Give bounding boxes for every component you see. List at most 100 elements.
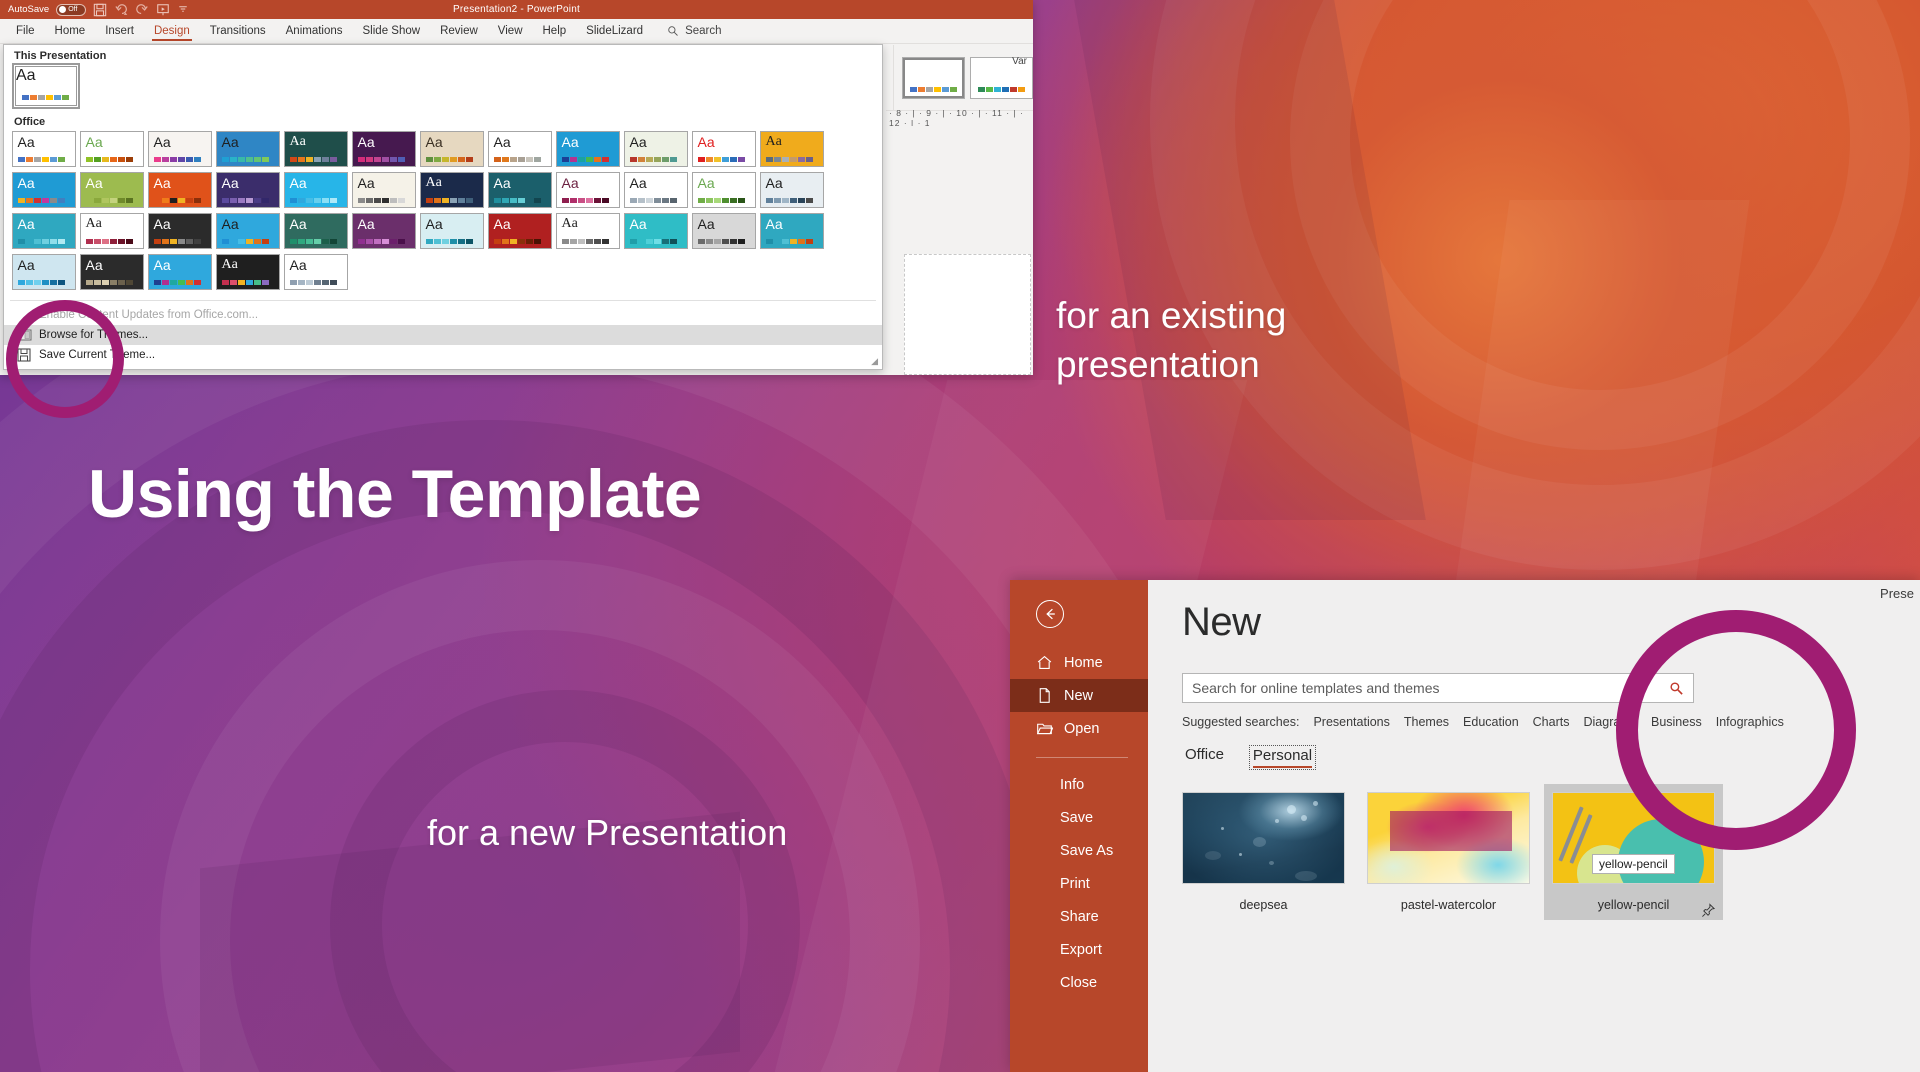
menu-item-label: Save Current Theme...	[39, 349, 155, 361]
theme-thumbnail[interactable]: Aa	[148, 172, 212, 208]
backstage-nav-print[interactable]: Print	[1010, 867, 1148, 900]
theme-thumb-text: Aa	[358, 217, 375, 231]
theme-thumbnail[interactable]: Aa	[12, 254, 76, 290]
slide-canvas[interactable]	[904, 254, 1031, 375]
ribbon-tab-animations[interactable]: Animations	[276, 22, 353, 40]
ribbon-tab-view[interactable]: View	[488, 22, 533, 40]
theme-thumbnail[interactable]: Aa	[420, 172, 484, 208]
suggested-searches: Suggested searches: Presentations Themes…	[1182, 715, 1920, 729]
theme-thumbnail[interactable]: Aa	[352, 172, 416, 208]
theme-thumbnail[interactable]: Aa	[80, 213, 144, 249]
backstage-nav-close[interactable]: Close	[1010, 966, 1148, 999]
theme-thumbnail[interactable]: Aa	[488, 213, 552, 249]
menu-item-save-current-theme[interactable]: Save Current Theme...	[4, 345, 882, 365]
customize-qat-icon[interactable]	[177, 3, 191, 17]
theme-thumbnail[interactable]: Aa	[692, 213, 756, 249]
theme-thumb-text: Aa	[154, 176, 171, 190]
theme-thumbnail[interactable]: Aa	[692, 172, 756, 208]
ribbon-tab-insert[interactable]: Insert	[95, 22, 144, 40]
suggested-search-charts[interactable]: Charts	[1533, 715, 1570, 729]
ribbon-tab-slidelizard[interactable]: SlideLizard	[576, 22, 653, 40]
theme-thumbnail[interactable]: Aa	[760, 172, 824, 208]
theme-thumbnail[interactable]: Aa	[148, 254, 212, 290]
ribbon-tab-review[interactable]: Review	[430, 22, 488, 40]
suggested-search-themes[interactable]: Themes	[1404, 715, 1449, 729]
ribbon-tab-slide-show[interactable]: Slide Show	[353, 22, 431, 40]
search-icon[interactable]	[1669, 681, 1684, 696]
theme-thumbnail-current[interactable]: Aa	[15, 66, 77, 106]
theme-thumbnail[interactable]: Aa	[624, 131, 688, 167]
theme-thumbnail[interactable]: Aa	[284, 131, 348, 167]
tab-personal[interactable]: Personal	[1249, 745, 1316, 770]
backstage-nav-save-as[interactable]: Save As	[1010, 834, 1148, 867]
backstage-nav-open[interactable]: Open	[1010, 712, 1148, 745]
start-slideshow-icon[interactable]	[156, 3, 170, 17]
redo-icon[interactable]	[135, 3, 149, 17]
theme-thumbnail[interactable]: Aa	[284, 254, 348, 290]
suggested-search-infographics[interactable]: Infographics	[1716, 715, 1784, 729]
ribbon-tab-home[interactable]: Home	[45, 22, 96, 40]
back-arrow-icon[interactable]	[1036, 600, 1064, 628]
theme-thumbnail[interactable]: Aa	[420, 213, 484, 249]
tab-office[interactable]: Office	[1182, 745, 1227, 770]
theme-thumbnail[interactable]: Aa	[488, 131, 552, 167]
save-icon[interactable]	[93, 3, 107, 17]
backstage-nav-export[interactable]: Export	[1010, 933, 1148, 966]
theme-thumbnail[interactable]: Aa	[624, 172, 688, 208]
theme-thumbnail[interactable]: Aa	[420, 131, 484, 167]
theme-thumbnail[interactable]: Aa	[284, 213, 348, 249]
theme-thumbnail[interactable]: Aa	[148, 131, 212, 167]
ribbon-tab-file[interactable]: File	[6, 22, 45, 40]
template-card-pastel-watercolor[interactable]: pastel-watercolor	[1367, 792, 1530, 920]
theme-thumbnail[interactable]: Aa	[216, 254, 280, 290]
theme-thumbnail[interactable]: Aa	[556, 172, 620, 208]
theme-thumbnail[interactable]: Aa	[148, 213, 212, 249]
theme-thumbnail[interactable]: Aa	[352, 131, 416, 167]
backstage-nav-info[interactable]: Info	[1010, 768, 1148, 801]
suggested-search-diagrams[interactable]: Diagrams	[1583, 715, 1637, 729]
backstage-nav-home[interactable]: Home	[1010, 646, 1148, 679]
theme-thumbnail[interactable]: Aa	[760, 213, 824, 249]
theme-thumbnail[interactable]: Aa	[352, 213, 416, 249]
theme-thumbnail[interactable]: Aa	[12, 213, 76, 249]
theme-thumbnail[interactable]: Aa	[216, 131, 280, 167]
theme-thumbnail[interactable]: Aa	[80, 254, 144, 290]
backstage-nav-save[interactable]: Save	[1010, 801, 1148, 834]
theme-thumbnail[interactable]: Aa	[284, 172, 348, 208]
theme-thumbnail[interactable]: Aa	[488, 172, 552, 208]
theme-thumbnail[interactable]: Aa	[556, 131, 620, 167]
theme-thumbnail[interactable]: Aa	[216, 213, 280, 249]
autosave-knob	[59, 6, 66, 13]
resize-grip-icon[interactable]: ◢	[871, 356, 878, 367]
suggested-search-education[interactable]: Education	[1463, 715, 1519, 729]
theme-thumbnail[interactable]: Aa	[556, 213, 620, 249]
ribbon-tab-help[interactable]: Help	[533, 22, 577, 40]
theme-thumbnail[interactable]: Aa	[12, 172, 76, 208]
theme-thumbnail[interactable]: Aa	[12, 131, 76, 167]
pin-icon[interactable]	[1701, 903, 1717, 919]
ribbon-search-box[interactable]: Search	[667, 25, 721, 37]
variant-thumb[interactable]	[902, 57, 965, 99]
theme-thumbnail[interactable]: Aa	[216, 172, 280, 208]
suggested-search-presentations[interactable]: Presentations	[1313, 715, 1389, 729]
theme-thumb-text: Aa	[562, 217, 578, 231]
theme-thumbnail[interactable]: Aa	[760, 131, 824, 167]
ribbon-tab-design[interactable]: Design	[144, 22, 200, 40]
menu-item-browse-for-themes[interactable]: Browse for Themes...	[4, 325, 882, 345]
theme-color-swatches	[154, 280, 201, 285]
theme-thumbnail[interactable]: Aa	[692, 131, 756, 167]
suggested-search-business[interactable]: Business	[1651, 715, 1702, 729]
template-card-deepsea[interactable]: deepsea	[1182, 792, 1345, 920]
theme-color-swatches	[494, 198, 541, 203]
template-card-yellow-pencil[interactable]: yellow-pencil yellow-pencil	[1544, 784, 1723, 920]
menu-item-enable-content-updates[interactable]: Enable Content Updates from Office.com..…	[4, 305, 882, 325]
undo-icon[interactable]	[114, 3, 128, 17]
template-search-box[interactable]: Search for online templates and themes	[1182, 673, 1694, 703]
theme-thumbnail[interactable]: Aa	[80, 172, 144, 208]
backstage-nav-share[interactable]: Share	[1010, 900, 1148, 933]
ribbon-tab-transitions[interactable]: Transitions	[200, 22, 276, 40]
theme-thumbnail[interactable]: Aa	[624, 213, 688, 249]
theme-thumbnail[interactable]: Aa	[80, 131, 144, 167]
backstage-nav-new[interactable]: New	[1010, 679, 1148, 712]
autosave-toggle[interactable]: Off	[56, 4, 86, 16]
